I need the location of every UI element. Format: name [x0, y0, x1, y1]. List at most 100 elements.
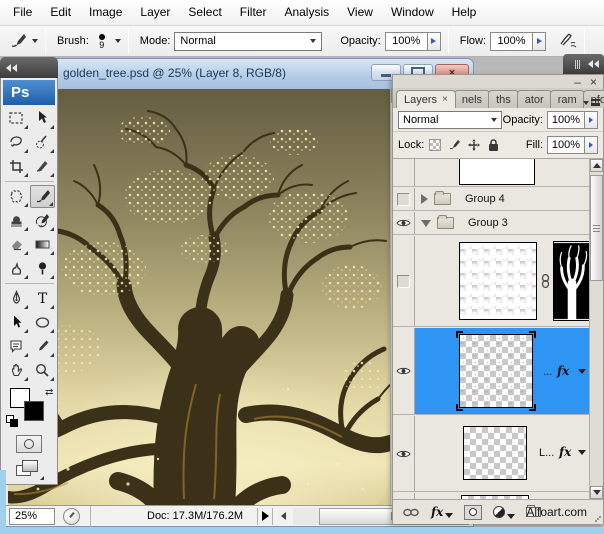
tool-history-brush[interactable] [30, 209, 55, 232]
tool-slice[interactable] [30, 155, 55, 178]
airbrush-toggle-icon[interactable] [555, 30, 577, 53]
expand-collapsed-icon[interactable] [421, 194, 428, 204]
tool-type[interactable]: T [30, 287, 55, 310]
layer-name-truncated[interactable]: L... [539, 447, 554, 459]
layer-fx-badge[interactable]: fx [557, 364, 569, 378]
tab-close-icon[interactable]: × [442, 94, 448, 105]
flow-slider-button[interactable] [532, 31, 547, 51]
tool-hand[interactable] [4, 359, 29, 382]
layer-thumbnail[interactable] [463, 426, 527, 480]
lock-transparency-icon[interactable] [429, 139, 442, 151]
resize-grip-icon[interactable] [595, 516, 601, 522]
tool-rect-marquee[interactable] [4, 107, 29, 130]
visibility-toggle[interactable] [393, 236, 415, 326]
menu-edit[interactable]: Edit [41, 0, 80, 25]
tool-smudge[interactable] [4, 257, 29, 280]
menu-window[interactable]: Window [382, 0, 443, 25]
tool-eyedropper[interactable] [30, 335, 55, 358]
background-color-swatch[interactable] [24, 401, 44, 421]
tool-dodge[interactable] [30, 257, 55, 280]
layer-opacity-input[interactable]: 100% [547, 110, 585, 129]
tab-channels[interactable]: nels [453, 90, 491, 108]
toolbox-dock-header[interactable] [0, 57, 58, 78]
tool-lasso[interactable] [4, 131, 29, 154]
menu-select[interactable]: Select [179, 0, 230, 25]
lock-pixels-icon[interactable] [447, 138, 461, 152]
expand-open-icon[interactable] [421, 219, 431, 227]
blend-mode-select[interactable]: Normal [174, 31, 323, 51]
layer-mask-thumbnail[interactable] [553, 241, 591, 321]
menu-analysis[interactable]: Analysis [275, 0, 338, 25]
visibility-cell[interactable] [393, 159, 415, 186]
layer-thumbnail[interactable] [459, 242, 537, 320]
tool-healing-brush[interactable] [4, 185, 29, 208]
brush-tool-icon[interactable] [8, 31, 38, 51]
visibility-toggle[interactable] [393, 416, 415, 491]
menu-file[interactable]: File [4, 0, 41, 25]
tab-layers[interactable]: Layers × [396, 90, 456, 108]
layer-thumbnail[interactable] [459, 159, 535, 185]
layer-row-partial[interactable] [393, 159, 603, 187]
panel-dock-header[interactable] [563, 54, 604, 74]
link-layers-button[interactable] [403, 508, 420, 517]
fx-expand-icon[interactable] [578, 450, 586, 455]
layer-thumbnail-selected[interactable] [456, 331, 536, 411]
layer-name-truncated[interactable]: ... [543, 366, 552, 378]
tool-crop[interactable] [4, 155, 29, 178]
mask-link-icon[interactable] [541, 274, 550, 288]
tool-notes[interactable] [4, 335, 29, 358]
lock-all-icon[interactable] [487, 138, 500, 152]
tool-preset-arrow-icon[interactable] [32, 39, 38, 43]
layer-row-masked[interactable] [393, 236, 603, 327]
status-menu-button[interactable] [257, 507, 273, 525]
group-name[interactable]: Group 4 [465, 193, 505, 205]
tool-eraser[interactable] [4, 233, 29, 256]
menu-layer[interactable]: Layer [131, 0, 179, 25]
layer-fill-input[interactable]: 100% [547, 136, 585, 154]
panel-close-button[interactable]: × [590, 76, 597, 88]
canvas[interactable] [8, 89, 390, 507]
flow-input[interactable]: 100% [490, 31, 533, 51]
scroll-down-button[interactable] [590, 486, 603, 499]
layer-fx-badge[interactable]: fx [559, 445, 571, 459]
layer-row-group4[interactable]: Group 4 [393, 188, 603, 211]
swap-colors-icon[interactable]: ⇄ [45, 387, 53, 398]
zoom-level-input[interactable]: 25% [9, 507, 55, 525]
quick-mask-button[interactable] [16, 435, 42, 453]
scroll-thumb[interactable] [590, 175, 603, 281]
menu-image[interactable]: Image [80, 0, 131, 25]
screen-mode-button[interactable] [14, 458, 44, 480]
tool-quick-selection[interactable] [30, 131, 55, 154]
new-adjustment-layer-button[interactable] [493, 506, 516, 519]
layer-row-group3[interactable]: Group 3 [393, 212, 603, 235]
tool-brush[interactable] [29, 185, 55, 208]
layers-scrollbar[interactable] [589, 159, 603, 499]
panel-minimize-button[interactable]: – [574, 76, 581, 88]
opacity-slider-button[interactable] [585, 110, 598, 129]
tab-histogram[interactable]: ram [549, 90, 585, 108]
menu-view[interactable]: View [338, 0, 382, 25]
menu-filter[interactable]: Filter [231, 0, 276, 25]
scroll-up-button[interactable] [590, 159, 603, 172]
tool-gradient[interactable] [30, 233, 55, 256]
opacity-slider-button[interactable] [426, 31, 441, 51]
brush-picker-arrow-icon[interactable] [114, 39, 121, 43]
tool-shape[interactable] [30, 311, 55, 334]
brush-preset-picker[interactable]: 9 [93, 33, 111, 49]
scroll-left-button[interactable] [275, 507, 291, 525]
visibility-toggle[interactable] [393, 328, 415, 414]
layer-style-button[interactable]: fx [431, 505, 454, 519]
visibility-toggle[interactable] [393, 188, 415, 210]
layer-blend-mode-select[interactable]: Normal [398, 110, 502, 129]
tab-navigator[interactable]: ator [516, 90, 552, 108]
status-clock-icon[interactable] [63, 507, 80, 525]
lock-position-icon[interactable] [467, 138, 481, 152]
tool-pen[interactable] [4, 287, 29, 310]
tool-clone-stamp[interactable] [4, 209, 29, 232]
tab-paths[interactable]: ths [488, 90, 519, 108]
group-name[interactable]: Group 3 [468, 217, 508, 229]
visibility-toggle[interactable] [393, 212, 415, 234]
tool-path-selection[interactable] [4, 311, 29, 334]
layer-row-lower[interactable]: L... fx [393, 416, 603, 492]
opacity-input[interactable]: 100% [384, 31, 427, 51]
